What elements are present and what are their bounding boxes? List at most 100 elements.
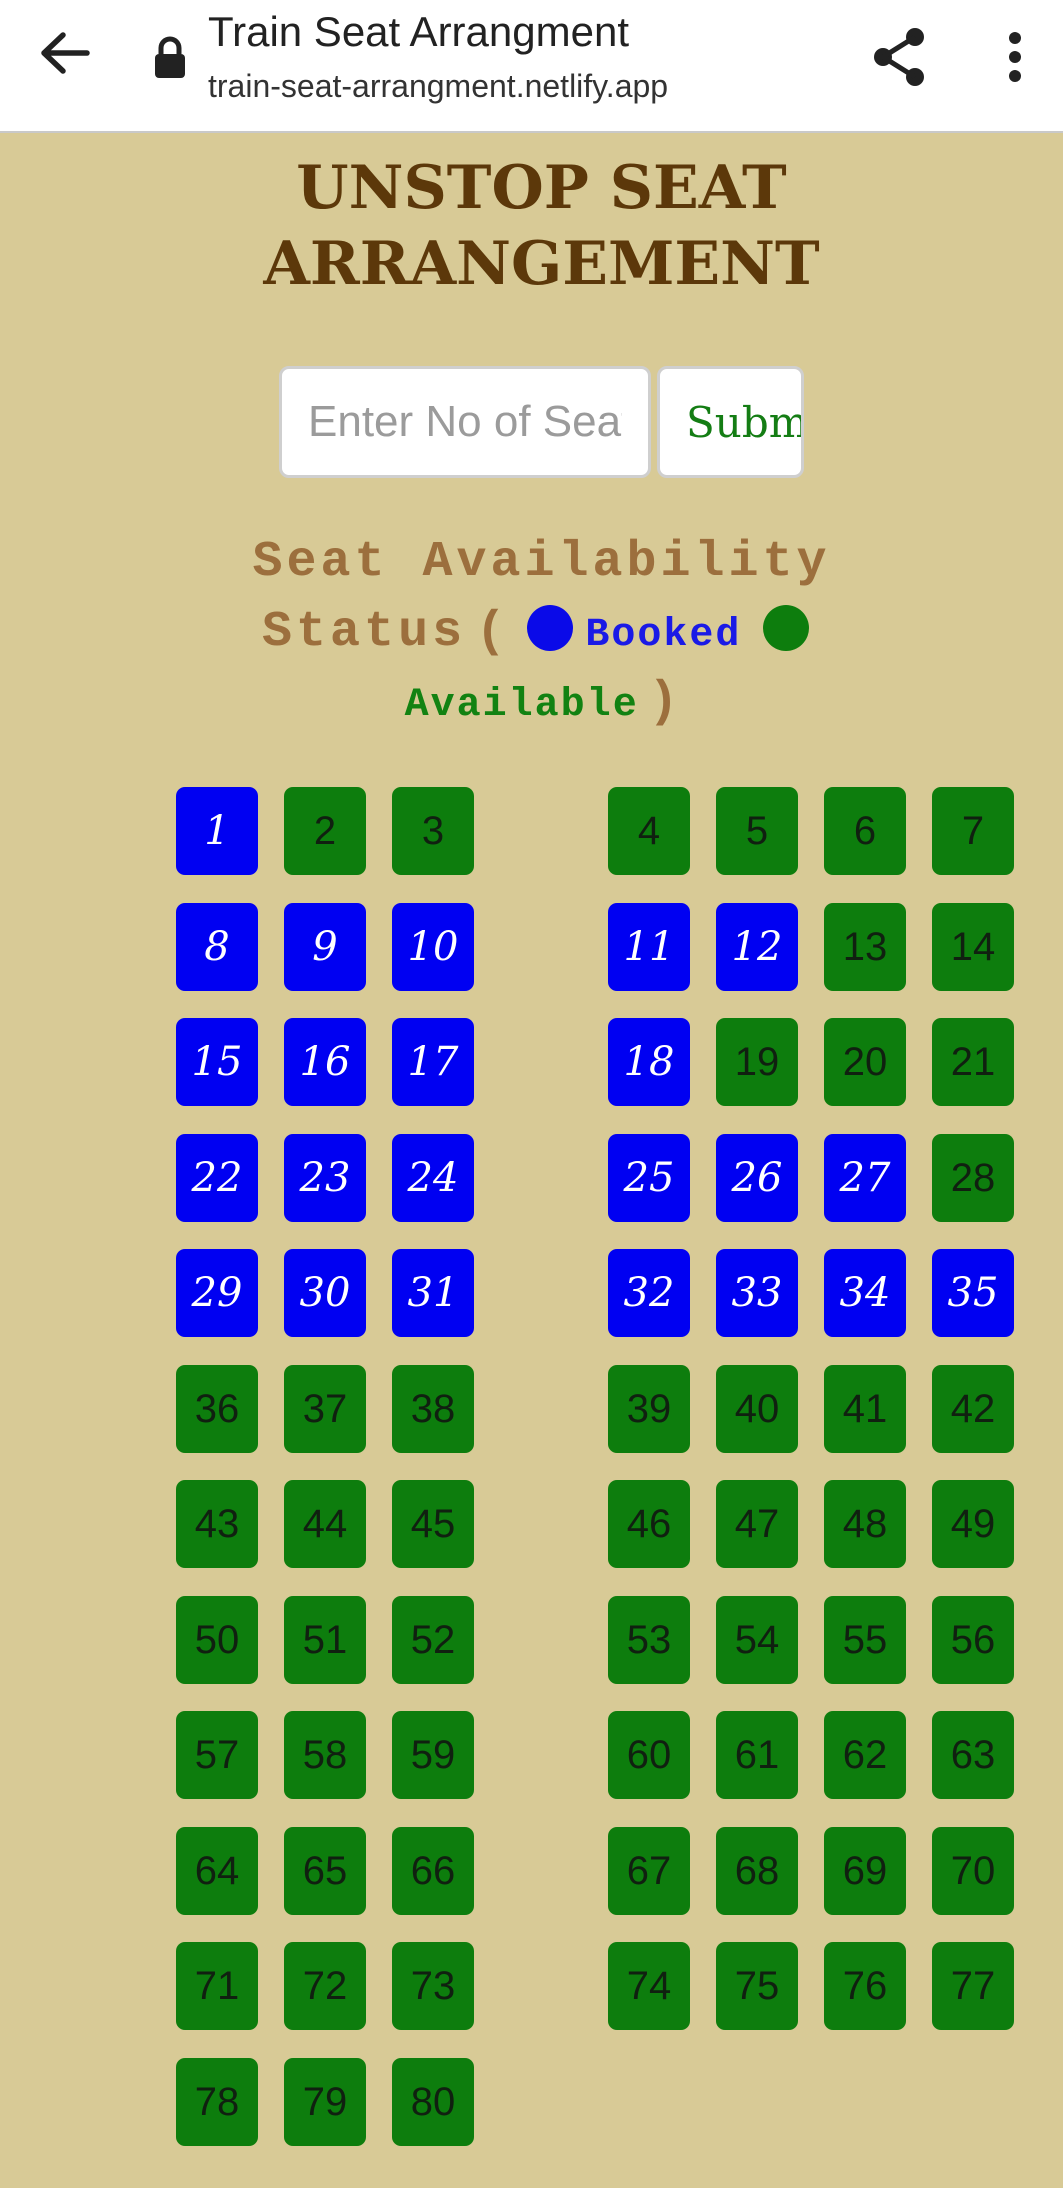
seat-63[interactable]: 63 [932, 1711, 1014, 1799]
seat-29[interactable]: 29 [176, 1249, 258, 1337]
seat-17[interactable]: 17 [392, 1018, 474, 1106]
seat-38[interactable]: 38 [392, 1365, 474, 1453]
seat-68[interactable]: 68 [716, 1827, 798, 1915]
seat-27[interactable]: 27 [824, 1134, 906, 1222]
seat-20[interactable]: 20 [824, 1018, 906, 1106]
booked-dot-icon [527, 605, 574, 651]
seat-61[interactable]: 61 [716, 1711, 798, 1799]
seat-3[interactable]: 3 [392, 787, 474, 875]
seat-75[interactable]: 75 [716, 1942, 798, 2030]
seat-58[interactable]: 58 [284, 1711, 366, 1799]
seat-57[interactable]: 57 [176, 1711, 258, 1799]
seat-19[interactable]: 19 [716, 1018, 798, 1106]
seat-45[interactable]: 45 [392, 1480, 474, 1568]
seat-78[interactable]: 78 [176, 2058, 258, 2146]
seat-12[interactable]: 12 [716, 903, 798, 991]
seat-16[interactable]: 16 [284, 1018, 366, 1106]
seat-70[interactable]: 70 [932, 1827, 1014, 1915]
submit-button[interactable]: Submit [657, 366, 804, 478]
seat-35[interactable]: 35 [932, 1249, 1014, 1337]
status-label-line2: Status [262, 604, 467, 661]
seat-48[interactable]: 48 [824, 1480, 906, 1568]
seat-65[interactable]: 65 [284, 1827, 366, 1915]
seat-71[interactable]: 71 [176, 1942, 258, 2030]
seat-76[interactable]: 76 [824, 1942, 906, 2030]
seat-26[interactable]: 26 [716, 1134, 798, 1222]
lock-icon [152, 36, 188, 80]
page-title: UNSTOP SEAT ARRANGEMENT [0, 150, 1063, 302]
seat-15[interactable]: 15 [176, 1018, 258, 1106]
seat-count-input[interactable] [279, 366, 651, 478]
seat-51[interactable]: 51 [284, 1596, 366, 1684]
seat-31[interactable]: 31 [392, 1249, 474, 1337]
booked-legend-label: Booked [585, 613, 742, 658]
share-icon[interactable] [864, 22, 934, 92]
browser-url[interactable]: train-seat-arrangment.netlify.app [208, 68, 668, 105]
seat-49[interactable]: 49 [932, 1480, 1014, 1568]
seat-46[interactable]: 46 [608, 1480, 690, 1568]
seat-34[interactable]: 34 [824, 1249, 906, 1337]
seat-23[interactable]: 23 [284, 1134, 366, 1222]
seat-11[interactable]: 11 [608, 903, 690, 991]
seat-2[interactable]: 2 [284, 787, 366, 875]
seat-60[interactable]: 60 [608, 1711, 690, 1799]
seat-21[interactable]: 21 [932, 1018, 1014, 1106]
seat-30[interactable]: 30 [284, 1249, 366, 1337]
seat-14[interactable]: 14 [932, 903, 1014, 991]
seat-8[interactable]: 8 [176, 903, 258, 991]
seat-50[interactable]: 50 [176, 1596, 258, 1684]
seat-77[interactable]: 77 [932, 1942, 1014, 2030]
seat-53[interactable]: 53 [608, 1596, 690, 1684]
seat-54[interactable]: 54 [716, 1596, 798, 1684]
seat-42[interactable]: 42 [932, 1365, 1014, 1453]
seat-80[interactable]: 80 [392, 2058, 474, 2146]
seat-37[interactable]: 37 [284, 1365, 366, 1453]
seat-52[interactable]: 52 [392, 1596, 474, 1684]
seat-56[interactable]: 56 [932, 1596, 1014, 1684]
back-arrow-icon[interactable] [30, 18, 100, 88]
seat-47[interactable]: 47 [716, 1480, 798, 1568]
seat-24[interactable]: 24 [392, 1134, 474, 1222]
seat-25[interactable]: 25 [608, 1134, 690, 1222]
seat-5[interactable]: 5 [716, 787, 798, 875]
seat-1[interactable]: 1 [176, 787, 258, 875]
seat-10[interactable]: 10 [392, 903, 474, 991]
seat-79[interactable]: 79 [284, 2058, 366, 2146]
browser-page-title: Train Seat Arrangment [208, 8, 629, 55]
seat-status-legend: Seat Availability Status ( Booked Availa… [0, 532, 1063, 742]
page-title-line2: ARRANGEMENT [263, 229, 820, 299]
seat-36[interactable]: 36 [176, 1365, 258, 1453]
seat-64[interactable]: 64 [176, 1827, 258, 1915]
seat-13[interactable]: 13 [824, 903, 906, 991]
seat-67[interactable]: 67 [608, 1827, 690, 1915]
status-open-paren: ( [475, 604, 506, 661]
available-legend-label: Available [404, 683, 639, 728]
seat-40[interactable]: 40 [716, 1365, 798, 1453]
page-title-line1: UNSTOP SEAT [296, 153, 787, 223]
seat-73[interactable]: 73 [392, 1942, 474, 2030]
seat-6[interactable]: 6 [824, 787, 906, 875]
status-label-line1: Seat Availability [252, 534, 831, 591]
seat-22[interactable]: 22 [176, 1134, 258, 1222]
seat-4[interactable]: 4 [608, 787, 690, 875]
seat-55[interactable]: 55 [824, 1596, 906, 1684]
seat-9[interactable]: 9 [284, 903, 366, 991]
seat-41[interactable]: 41 [824, 1365, 906, 1453]
seat-33[interactable]: 33 [716, 1249, 798, 1337]
seat-18[interactable]: 18 [608, 1018, 690, 1106]
seat-66[interactable]: 66 [392, 1827, 474, 1915]
seat-44[interactable]: 44 [284, 1480, 366, 1568]
seat-69[interactable]: 69 [824, 1827, 906, 1915]
seat-74[interactable]: 74 [608, 1942, 690, 2030]
status-close-paren: ) [648, 674, 679, 731]
seat-43[interactable]: 43 [176, 1480, 258, 1568]
seat-72[interactable]: 72 [284, 1942, 366, 2030]
available-dot-icon [762, 605, 809, 651]
seat-32[interactable]: 32 [608, 1249, 690, 1337]
seat-28[interactable]: 28 [932, 1134, 1014, 1222]
seat-39[interactable]: 39 [608, 1365, 690, 1453]
seat-62[interactable]: 62 [824, 1711, 906, 1799]
seat-59[interactable]: 59 [392, 1711, 474, 1799]
seat-7[interactable]: 7 [932, 787, 1014, 875]
more-vertical-icon[interactable] [990, 22, 1040, 92]
